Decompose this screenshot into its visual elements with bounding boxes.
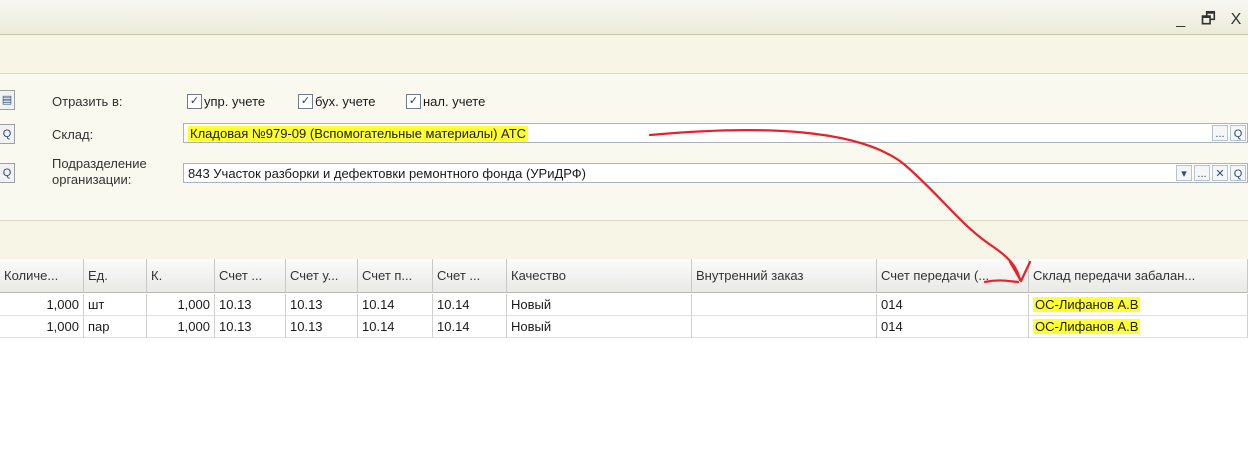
table-cell[interactable]: 1,000 (147, 316, 215, 338)
window-titlebar: _ 🗗 X (0, 0, 1248, 35)
warehouse-value: Кладовая №979-09 (Вспомогательные матери… (188, 126, 529, 141)
checkbox-upr[interactable]: ✓ упр. учете (187, 92, 265, 110)
table-cell[interactable]: Новый (507, 316, 692, 338)
highlighted-value: ОС-Лифанов А.В (1033, 319, 1141, 334)
select-button[interactable]: ... (1194, 165, 1210, 181)
reflect-label: Отразить в: (52, 94, 123, 109)
checkbox-checked-icon: ✓ (406, 93, 421, 109)
chevron-down-icon[interactable]: ▾ (1176, 165, 1192, 181)
table-cell[interactable]: 1,000 (0, 294, 84, 316)
division-label-line1: Подразделение (52, 156, 147, 171)
column-header[interactable]: Внутренний заказ (692, 259, 877, 293)
table-cell[interactable]: пар (84, 316, 147, 338)
division-value: 843 Участок разборки и дефектовки ремонт… (188, 166, 587, 181)
table-cell[interactable]: Новый (507, 294, 692, 316)
checkbox-label: бух. учете (315, 93, 376, 109)
search-icon[interactable]: Q (0, 163, 15, 183)
table-cell[interactable]: 10.13 (215, 316, 286, 338)
column-header[interactable]: Счет ... (215, 259, 286, 293)
open-search-icon[interactable]: Q (1230, 125, 1246, 141)
list-icon[interactable]: ▤ (0, 90, 15, 110)
table-cell[interactable]: шт (84, 294, 147, 316)
window-controls: _ 🗗 X (1169, 8, 1248, 28)
column-header[interactable]: К. (147, 259, 215, 293)
table-cell[interactable]: ОС-Лифанов А.В (1029, 294, 1248, 316)
table-cell[interactable]: 10.14 (358, 294, 433, 316)
column-header[interactable]: Счет у... (286, 259, 358, 293)
table-cell[interactable]: 10.14 (358, 316, 433, 338)
division-label: Подразделение организации: (52, 156, 147, 188)
table-cell[interactable]: ОС-Лифанов А.В (1029, 316, 1248, 338)
column-header[interactable]: Счет п... (358, 259, 433, 293)
open-search-icon[interactable]: Q (1230, 165, 1246, 181)
warehouse-field[interactable]: Кладовая №979-09 (Вспомогательные матери… (183, 123, 1248, 143)
table-cell[interactable] (692, 316, 877, 338)
checkbox-checked-icon: ✓ (298, 93, 313, 109)
column-header[interactable]: Счет ... (433, 259, 507, 293)
checkbox-label: нал. учете (423, 93, 486, 109)
checkbox-nal[interactable]: ✓ нал. учете (406, 92, 485, 110)
column-header[interactable]: Счет передачи (... (877, 259, 1029, 293)
table-toolbar (0, 221, 1248, 259)
table-cell[interactable]: 10.14 (433, 294, 507, 316)
search-icon[interactable]: Q (0, 124, 15, 144)
column-header[interactable]: Склад передачи забалан... (1029, 259, 1248, 293)
clear-icon[interactable]: ✕ (1212, 165, 1228, 181)
checkbox-label: упр. учете (204, 93, 266, 109)
column-header[interactable]: Ед. (84, 259, 147, 293)
table-cell[interactable]: 10.13 (215, 294, 286, 316)
table-cell[interactable]: 10.13 (286, 316, 358, 338)
select-button[interactable]: ... (1212, 125, 1228, 141)
checkbox-buh[interactable]: ✓ бух. учете (298, 92, 376, 110)
division-field[interactable]: 843 Участок разборки и дефектовки ремонт… (183, 163, 1248, 183)
table-cell[interactable]: 014 (877, 316, 1029, 338)
table-cell[interactable] (692, 294, 877, 316)
table-cell[interactable]: 1,000 (0, 316, 84, 338)
column-header[interactable]: Количе... (0, 259, 84, 293)
table-cell[interactable]: 10.13 (286, 294, 358, 316)
table-cell[interactable]: 014 (877, 294, 1029, 316)
table-cell[interactable]: 1,000 (147, 294, 215, 316)
items-table: Количе... Ед. К. Счет ... Счет у... Счет… (0, 259, 1248, 454)
table-cell[interactable]: 10.14 (433, 316, 507, 338)
warehouse-label: Склад: (52, 127, 94, 142)
highlighted-value: ОС-Лифанов А.В (1033, 297, 1141, 312)
minimize-button[interactable]: _ (1169, 11, 1193, 29)
close-button[interactable]: X (1224, 11, 1248, 29)
checkbox-checked-icon: ✓ (187, 93, 202, 109)
restore-button[interactable]: 🗗 (1196, 8, 1220, 35)
column-header[interactable]: Качество (507, 259, 692, 293)
command-bar (0, 35, 1248, 74)
division-label-line2: организации: (52, 172, 132, 187)
